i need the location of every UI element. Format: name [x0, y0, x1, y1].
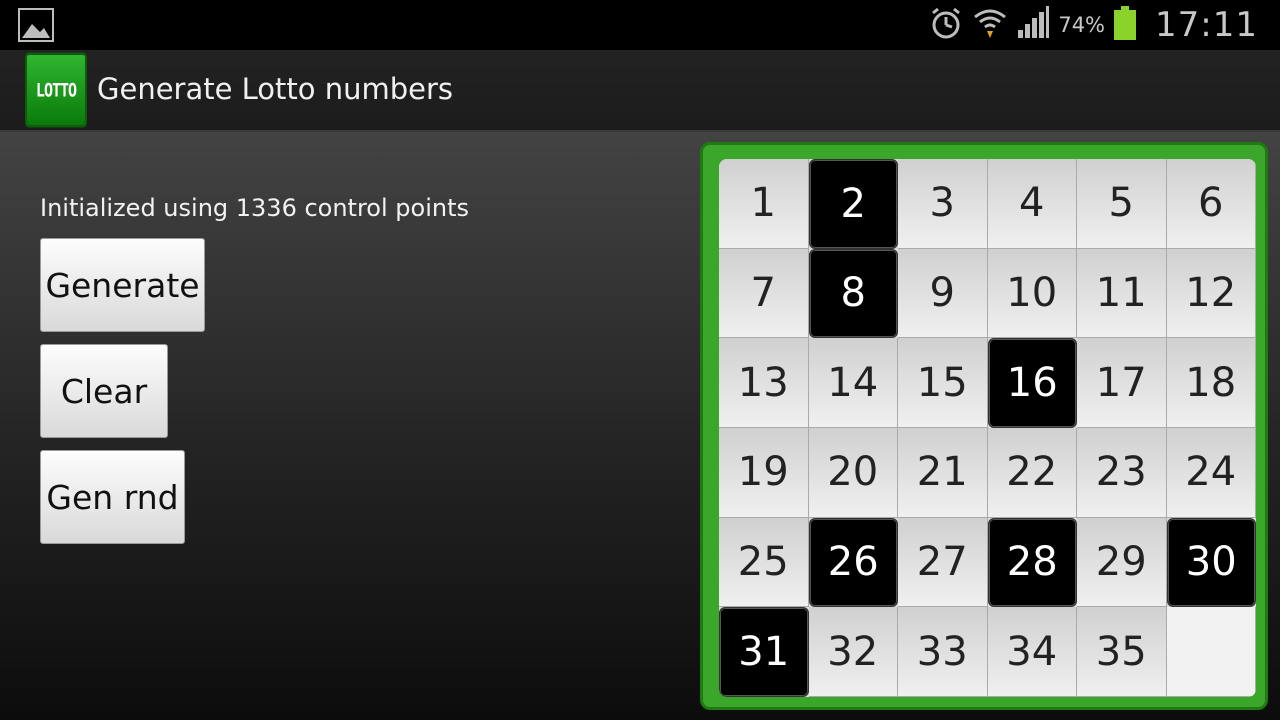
alarm-icon	[928, 5, 964, 45]
lotto-cell-1[interactable]: 1	[719, 159, 809, 249]
gen-rnd-button[interactable]: Gen rnd	[40, 450, 185, 544]
lotto-cell-26[interactable]: 26	[808, 517, 898, 608]
lotto-cell-18[interactable]: 18	[1166, 338, 1256, 428]
lotto-cell-14[interactable]: 14	[808, 338, 898, 428]
signal-icon	[1016, 6, 1050, 44]
lotto-cell-7[interactable]: 7	[719, 248, 809, 339]
main-content: Initialized using 1336 control points Ge…	[0, 132, 1280, 720]
lotto-cell-3[interactable]: 3	[898, 159, 988, 249]
lotto-cell-13[interactable]: 13	[719, 338, 809, 428]
lotto-cell-19[interactable]: 19	[719, 427, 809, 518]
lotto-cell-29[interactable]: 29	[1077, 517, 1167, 608]
status-bar: 74% 17:11	[0, 0, 1280, 50]
lotto-cell-30[interactable]: 30	[1166, 517, 1256, 608]
lotto-cell-23[interactable]: 23	[1077, 427, 1167, 518]
lotto-cell-32[interactable]: 32	[808, 607, 898, 697]
lotto-cell-27[interactable]: 27	[898, 517, 988, 608]
lotto-cell-2[interactable]: 2	[808, 159, 898, 249]
lotto-cell-20[interactable]: 20	[808, 427, 898, 518]
lotto-cell-empty	[1166, 607, 1256, 697]
lotto-grid: 1 2 3 4 5 6 7 8 9 10 11 12 13 14 15 16 17 18 19 20 21 22 23 24 2…	[719, 159, 1256, 697]
battery-icon	[1113, 5, 1137, 45]
lotto-cell-25[interactable]: 25	[719, 517, 809, 608]
wifi-icon	[972, 5, 1008, 45]
lotto-cell-8[interactable]: 8	[808, 248, 898, 339]
lotto-cell-10[interactable]: 10	[987, 248, 1077, 339]
lotto-cell-15[interactable]: 15	[898, 338, 988, 428]
lotto-cell-33[interactable]: 33	[898, 607, 988, 697]
lotto-cell-28[interactable]: 28	[987, 517, 1077, 608]
lotto-cell-12[interactable]: 12	[1166, 248, 1256, 339]
app-logo[interactable]: LOTTO	[25, 52, 87, 128]
status-text: Initialized using 1336 control points	[40, 194, 469, 222]
lotto-grid-frame: 1 2 3 4 5 6 7 8 9 10 11 12 13 14 15 16 17 18 19 20 21 22 23 24 2…	[700, 142, 1268, 710]
lotto-cell-4[interactable]: 4	[987, 159, 1077, 249]
generate-button[interactable]: Generate	[40, 238, 205, 332]
lotto-cell-24[interactable]: 24	[1166, 427, 1256, 518]
lotto-cell-16[interactable]: 16	[987, 338, 1077, 428]
clear-button[interactable]: Clear	[40, 344, 168, 438]
page-title: Generate Lotto numbers	[97, 72, 454, 106]
lotto-cell-9[interactable]: 9	[898, 248, 988, 339]
clock: 17:11	[1155, 5, 1258, 45]
action-bar: LOTTO Generate Lotto numbers	[0, 50, 1280, 132]
lotto-cell-6[interactable]: 6	[1166, 159, 1256, 249]
lotto-cell-11[interactable]: 11	[1077, 248, 1167, 339]
battery-percent: 74%	[1058, 13, 1106, 37]
image-icon	[18, 8, 54, 42]
lotto-cell-17[interactable]: 17	[1077, 338, 1167, 428]
lotto-cell-34[interactable]: 34	[987, 607, 1077, 697]
lotto-cell-35[interactable]: 35	[1077, 607, 1167, 697]
lotto-cell-21[interactable]: 21	[898, 427, 988, 518]
lotto-cell-5[interactable]: 5	[1077, 159, 1167, 249]
lotto-cell-22[interactable]: 22	[987, 427, 1077, 518]
lotto-cell-31[interactable]: 31	[719, 607, 809, 697]
